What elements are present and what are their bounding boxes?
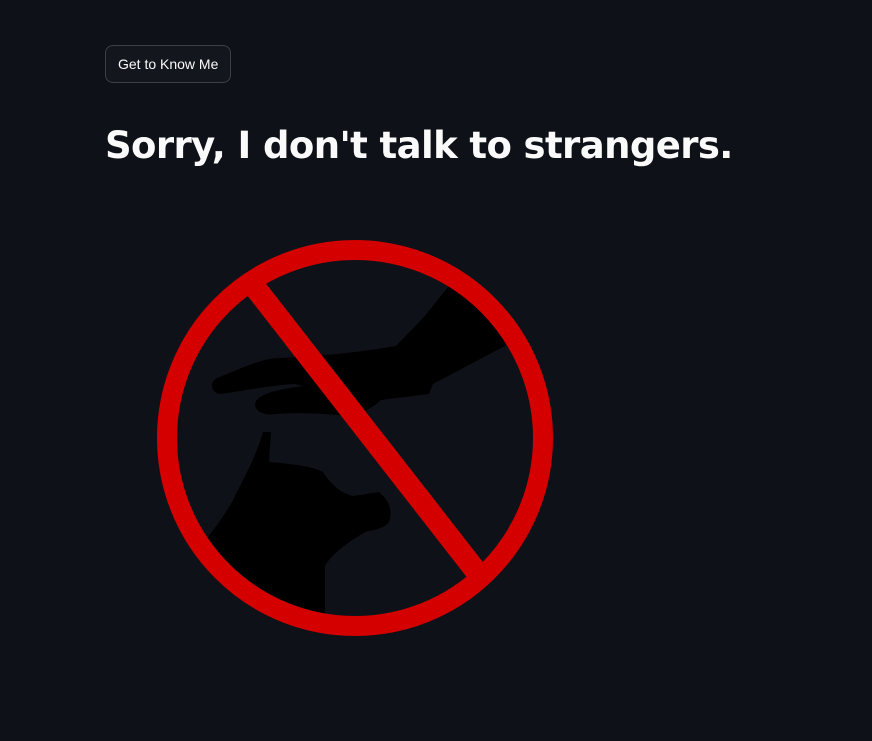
get-to-know-me-button[interactable]: Get to Know Me	[105, 45, 232, 83]
page-title: Sorry, I don't talk to strangers.	[105, 124, 733, 167]
no-petting-dog-icon	[157, 240, 553, 636]
prohibition-ring	[157, 240, 553, 636]
app-page: Get to Know Me Sorry, I don't talk to st…	[0, 0, 872, 741]
